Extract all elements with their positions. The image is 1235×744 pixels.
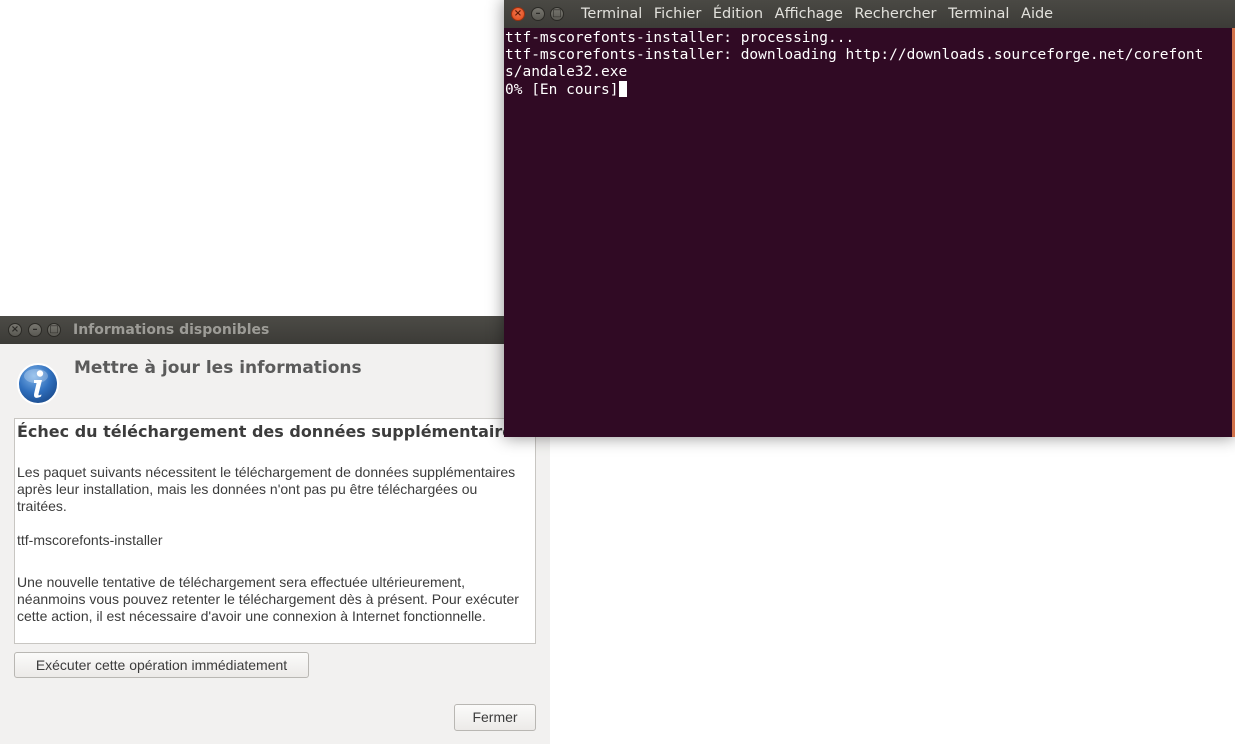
dialog-minimize-icon[interactable]: – [28,323,42,337]
message-paragraph-retry: Une nouvelle tentative de téléchargement… [17,574,519,624]
dialog-close-icon[interactable]: × [8,323,22,337]
dialog-window-title: Informations disponibles [73,322,270,338]
terminal-line: ttf-mscorefonts-installer: processing... [505,30,855,46]
menu-fichier[interactable]: Fichier [654,6,701,22]
terminal-line: s/andale32.exe [505,64,628,80]
dialog-header: Mettre à jour les informations [74,358,362,378]
menu-rechercher[interactable]: Rechercher [854,6,936,22]
info-dialog-window: × – □ Informations disponibles Mettre à … [0,316,550,744]
message-panel[interactable]: Échec du téléchargement des données supp… [14,418,536,644]
menu-terminal[interactable]: Terminal [948,6,1009,22]
menu-edition[interactable]: Édition [713,6,763,22]
dialog-titlebar[interactable]: × – □ Informations disponibles [0,316,550,344]
info-icon [17,363,59,405]
text-cursor [618,81,627,97]
menu-affichage[interactable]: Affichage [775,6,843,22]
message-paragraph: Les paquet suivants nécessitent le téléc… [17,464,516,514]
package-name: ttf-mscorefonts-installer [17,532,163,548]
terminal-window: × – □ Terminal Fichier Édition Affichage… [504,0,1235,437]
message-heading: Échec du téléchargement des données supp… [17,422,523,441]
terminal-output[interactable]: ttf-mscorefonts-installer: processing...… [505,30,1231,99]
terminal-menubar: Terminal Fichier Édition Affichage Reche… [581,6,1060,22]
terminal-line-progress: 0% [En cours] [505,81,1231,99]
terminal-minimize-icon[interactable]: – [531,7,545,21]
close-button[interactable]: Fermer [454,704,536,731]
terminal-line: ttf-mscorefonts-installer: downloading h… [505,47,1204,63]
menu-aide[interactable]: Aide [1021,6,1053,22]
dialog-maximize-icon[interactable]: □ [47,323,61,337]
terminal-maximize-icon[interactable]: □ [550,7,564,21]
terminal-titlebar[interactable]: × – □ Terminal Fichier Édition Affichage… [504,0,1235,28]
terminal-close-icon[interactable]: × [511,7,525,21]
retry-now-button[interactable]: Exécuter cette opération immédiatement [14,652,309,678]
menu-terminal-title[interactable]: Terminal [581,6,642,22]
progress-text: 0% [En cours] [505,82,619,98]
